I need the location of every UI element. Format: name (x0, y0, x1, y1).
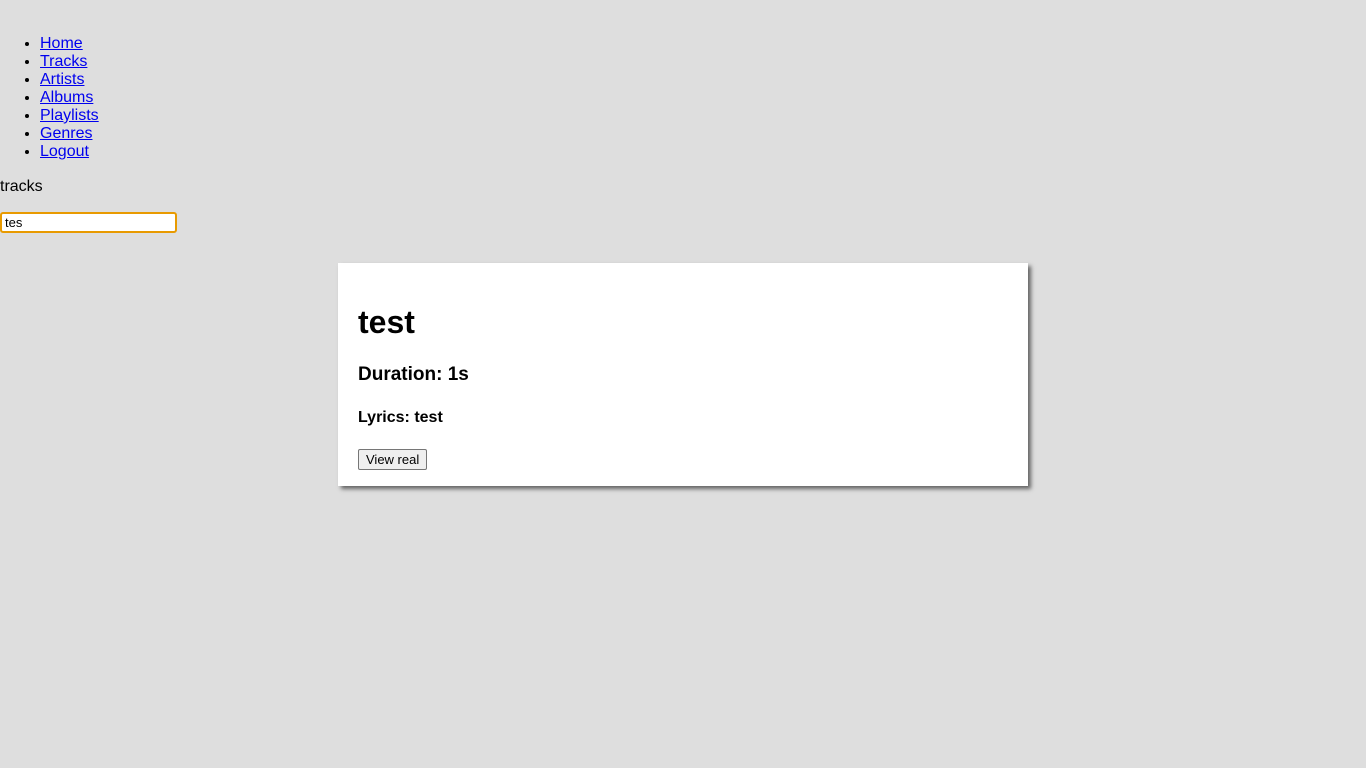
nav-link-playlists[interactable]: Playlists (40, 107, 99, 124)
nav-link-logout[interactable]: Logout (40, 143, 89, 160)
nav-link-albums[interactable]: Albums (40, 89, 93, 106)
nav-link-genres[interactable]: Genres (40, 125, 92, 142)
search-input[interactable] (0, 212, 177, 233)
nav-item-albums: Albums (40, 89, 99, 107)
nav-item-tracks: Tracks (40, 53, 99, 71)
nav-item-playlists: Playlists (40, 107, 99, 125)
nav-link-home[interactable]: Home (40, 35, 83, 52)
page-label: tracks (0, 178, 43, 195)
nav-link-artists[interactable]: Artists (40, 71, 84, 88)
track-title: test (358, 304, 415, 340)
track-lyrics: Lyrics: test (358, 409, 443, 426)
nav-item-artists: Artists (40, 71, 99, 89)
nav-menu: Home Tracks Artists Albums Playlists Gen… (0, 35, 99, 161)
nav-item-home: Home (40, 35, 99, 53)
track-duration: Duration: 1s (358, 364, 469, 385)
nav-item-genres: Genres (40, 125, 99, 143)
nav-item-logout: Logout (40, 143, 99, 161)
view-real-button[interactable]: View real (358, 449, 428, 470)
track-card: test Duration: 1s Lyrics: test View real (338, 263, 1028, 486)
nav-link-tracks[interactable]: Tracks (40, 53, 87, 70)
